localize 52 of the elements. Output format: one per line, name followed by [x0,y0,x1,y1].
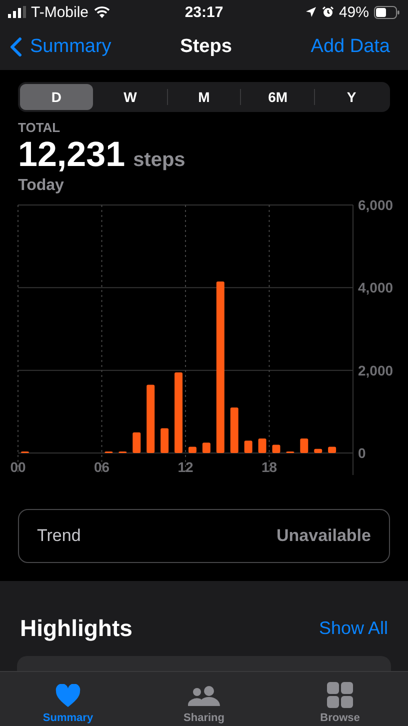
tab-bar-item[interactable]: Summary [0,672,136,726]
wifi-icon [94,6,110,18]
status-time: 23:17 [184,4,224,20]
signal-icon [8,6,26,18]
y-axis-label: 2,000 [358,362,394,378]
x-axis-label: 06 [94,459,110,475]
screen-title: Steps [180,36,232,58]
tab-bar-item[interactable]: Browse [272,672,408,726]
back-button[interactable]: Summary [10,36,112,58]
bar [272,444,280,453]
period-segment[interactable]: Y [315,84,388,110]
people-icon [187,684,221,708]
x-axis-label: 18 [261,459,278,475]
bar [146,384,155,453]
heart-icon [55,684,81,708]
bar [314,448,322,453]
x-axis-label: 00 [10,459,26,475]
add-data-button[interactable]: Add Data [310,36,390,58]
battery-icon [374,6,400,18]
period-segment[interactable]: 6M [241,84,314,110]
bar [202,442,210,453]
back-label: Summary [30,36,112,58]
total-unit: steps [133,149,186,172]
period-segment[interactable]: D [20,84,93,110]
y-axis-label: 0 [358,445,366,461]
bar [160,428,169,453]
carrier-name: T-Mobile [31,4,89,20]
period-segment[interactable]: M [168,84,240,110]
tab-bar-item[interactable]: Sharing [136,672,272,726]
bar [132,432,141,453]
chevron-left-icon [10,37,22,57]
bar [328,446,336,453]
show-all-link[interactable]: Show All [318,618,388,639]
period-segment[interactable]: W [94,84,167,110]
y-axis-label: 4,000 [358,280,394,296]
bar [244,440,252,453]
bar [258,438,266,453]
trend-value: Unavailable [276,526,371,546]
battery-percent: 49% [338,4,369,20]
bar [300,438,308,453]
total-label: TOTAL [18,120,62,135]
section-title: Highlights [20,615,132,642]
x-axis-label: 12 [178,459,194,475]
y-axis-label: 6,000 [358,197,394,213]
location-arrow-icon [304,6,317,18]
grid-icon [327,682,353,708]
bar [230,408,238,453]
period-label: Today [18,177,65,195]
trend-label: Trend [37,526,81,546]
bar [188,446,196,453]
total-value: 12,231 [18,135,126,175]
alarm-clock-icon [322,6,334,18]
